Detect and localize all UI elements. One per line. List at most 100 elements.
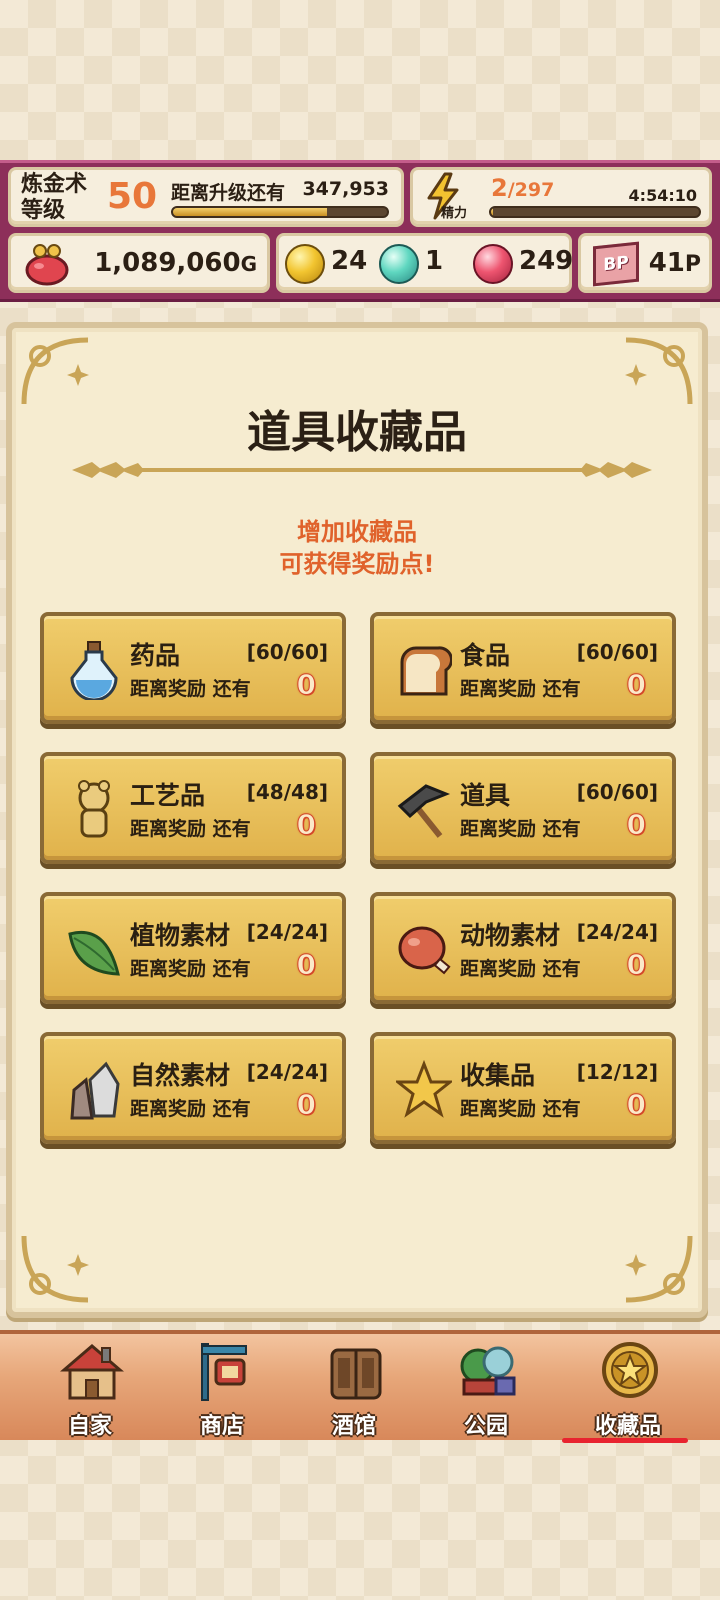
- nav-label: 酒馆: [331, 1414, 376, 1439]
- category-name: 工艺品: [130, 781, 206, 810]
- alchemy-level-panel: 炼金术 等级 50 距离升级还有 347,953: [8, 167, 404, 227]
- meat-icon: [396, 920, 452, 980]
- active-tab-underline: [562, 1438, 688, 1443]
- category-name: 动物素材: [460, 921, 561, 950]
- category-count: [24/24]: [576, 920, 658, 944]
- hammer-icon: [396, 780, 452, 840]
- category-name: 收集品: [460, 1061, 536, 1090]
- orbs-panel[interactable]: 24 1 249: [276, 233, 574, 293]
- gold-unit: G: [240, 252, 257, 276]
- nav-park[interactable]: 公园: [426, 1334, 546, 1444]
- yellow-orb-count: 24: [331, 246, 368, 276]
- reward-remaining-label: 距离奖励 还有: [130, 678, 251, 700]
- category-card[interactable]: 自然素材 [24/24] 距离奖励 还有 0: [40, 1032, 346, 1144]
- figurine-icon: [66, 780, 122, 840]
- cyan-orb-count: 1: [425, 246, 444, 276]
- category-card[interactable]: 动物素材 [24/24] 距离奖励 还有 0: [370, 892, 676, 1004]
- corner-ornament-icon: [21, 1235, 89, 1303]
- category-card[interactable]: 药品 [60/60] 距离奖励 还有 0: [40, 612, 346, 724]
- category-count: [24/24]: [246, 1060, 328, 1084]
- reward-hint-line2: 可获得奖励点!: [279, 550, 435, 578]
- nav-tavern[interactable]: 酒馆: [294, 1334, 414, 1444]
- potion-icon: [66, 640, 122, 702]
- nav-label: 商店: [199, 1414, 244, 1439]
- page-title: 道具收藏品: [247, 407, 467, 458]
- category-card[interactable]: 植物素材 [24/24] 距离奖励 还有 0: [40, 892, 346, 1004]
- energy-progress-bar: [489, 206, 701, 218]
- red-orb-count: 249: [519, 246, 574, 276]
- yellow-orb-icon: [285, 244, 325, 284]
- reward-hint: 增加收藏品 可获得奖励点!: [12, 516, 702, 580]
- energy-current: 2: [491, 174, 508, 202]
- category-name: 药品: [130, 641, 181, 670]
- category-name: 道具: [460, 781, 511, 810]
- category-count: [48/48]: [246, 780, 328, 804]
- upgrade-progress-bar: [171, 206, 389, 218]
- gold-amount: 1,089,060G: [94, 248, 257, 278]
- reward-remaining-label: 距离奖励 还有: [130, 818, 251, 840]
- category-count: [60/60]: [576, 640, 658, 664]
- energy-max: /297: [507, 179, 555, 201]
- gold-value: 1,089,060: [94, 248, 241, 278]
- category-count: [60/60]: [576, 780, 658, 804]
- nav-home[interactable]: 自家: [30, 1334, 150, 1444]
- energy-icon-label: 精力: [441, 206, 468, 221]
- nav-label: 公园: [463, 1414, 508, 1439]
- nav-shop[interactable]: 商店: [162, 1334, 282, 1444]
- purse-icon: [25, 244, 69, 286]
- energy-value: 2/297: [491, 174, 554, 202]
- nav-collection[interactable]: 收藏品: [562, 1334, 688, 1444]
- reward-remaining-value: 0: [626, 668, 647, 702]
- alchemy-level: 50: [107, 176, 158, 217]
- collection-icon: [602, 1342, 658, 1398]
- bp-unit: P: [684, 252, 701, 277]
- bread-icon: [396, 640, 453, 700]
- star-icon: [393, 1059, 455, 1120]
- bp-panel[interactable]: BP 41P: [578, 233, 712, 293]
- reward-remaining-label: 距离奖励 还有: [460, 958, 581, 980]
- category-count: [12/12]: [576, 1060, 658, 1084]
- category-card[interactable]: 道具 [60/60] 距离奖励 还有 0: [370, 752, 676, 864]
- bp-icon-label: BP: [603, 252, 629, 276]
- category-name: 植物素材: [130, 921, 231, 950]
- reward-remaining-value: 0: [626, 808, 647, 842]
- cyan-orb-icon: [379, 244, 419, 284]
- nav-label: 收藏品: [594, 1414, 661, 1439]
- category-card[interactable]: 食品 [60/60] 距离奖励 还有 0: [370, 612, 676, 724]
- red-orb-icon: [473, 244, 513, 284]
- park-icon: [460, 1346, 516, 1396]
- bp-icon: BP: [593, 241, 639, 287]
- shop-icon: [201, 1343, 247, 1401]
- nav-label: 自家: [67, 1414, 112, 1439]
- leaf-icon: [66, 920, 122, 980]
- category-card[interactable]: 工艺品 [48/48] 距离奖励 还有 0: [40, 752, 346, 864]
- alchemy-label: 炼金术 等级: [21, 172, 88, 223]
- reward-remaining-label: 距离奖励 还有: [130, 1098, 251, 1120]
- energy-panel: 精力 2/297 4:54:10: [410, 167, 712, 227]
- bp-amount: 41P: [649, 248, 701, 278]
- reward-remaining-value: 0: [626, 948, 647, 982]
- corner-ornament-icon: [625, 1235, 693, 1303]
- tavern-icon: [330, 1348, 382, 1400]
- reward-remaining-value: 0: [296, 948, 317, 982]
- reward-remaining-label: 距离奖励 还有: [130, 958, 251, 980]
- stone-icon: [66, 1060, 122, 1120]
- reward-remaining-value: 0: [296, 668, 317, 702]
- gold-panel[interactable]: 1,089,060G: [8, 233, 270, 293]
- reward-remaining-label: 距离奖励 还有: [460, 1098, 581, 1120]
- reward-hint-line1: 增加收藏品: [297, 518, 417, 546]
- title-divider: [72, 462, 652, 478]
- reward-remaining-value: 0: [626, 1088, 647, 1122]
- reward-remaining-label: 距离奖励 还有: [460, 818, 581, 840]
- category-name: 食品: [460, 641, 511, 670]
- reward-remaining-value: 0: [296, 808, 317, 842]
- upgrade-value: 347,953: [302, 178, 389, 200]
- category-count: [24/24]: [246, 920, 328, 944]
- bp-value: 41: [648, 248, 685, 278]
- reward-remaining-label: 距离奖励 还有: [460, 678, 581, 700]
- category-card[interactable]: 收集品 [12/12] 距离奖励 还有 0: [370, 1032, 676, 1144]
- category-count: [60/60]: [246, 640, 328, 664]
- category-name: 自然素材: [130, 1061, 231, 1090]
- energy-timer: 4:54:10: [628, 186, 697, 205]
- status-bar: 炼金术 等级 50 距离升级还有 347,953 精力 2/297 4:54:1…: [0, 160, 720, 302]
